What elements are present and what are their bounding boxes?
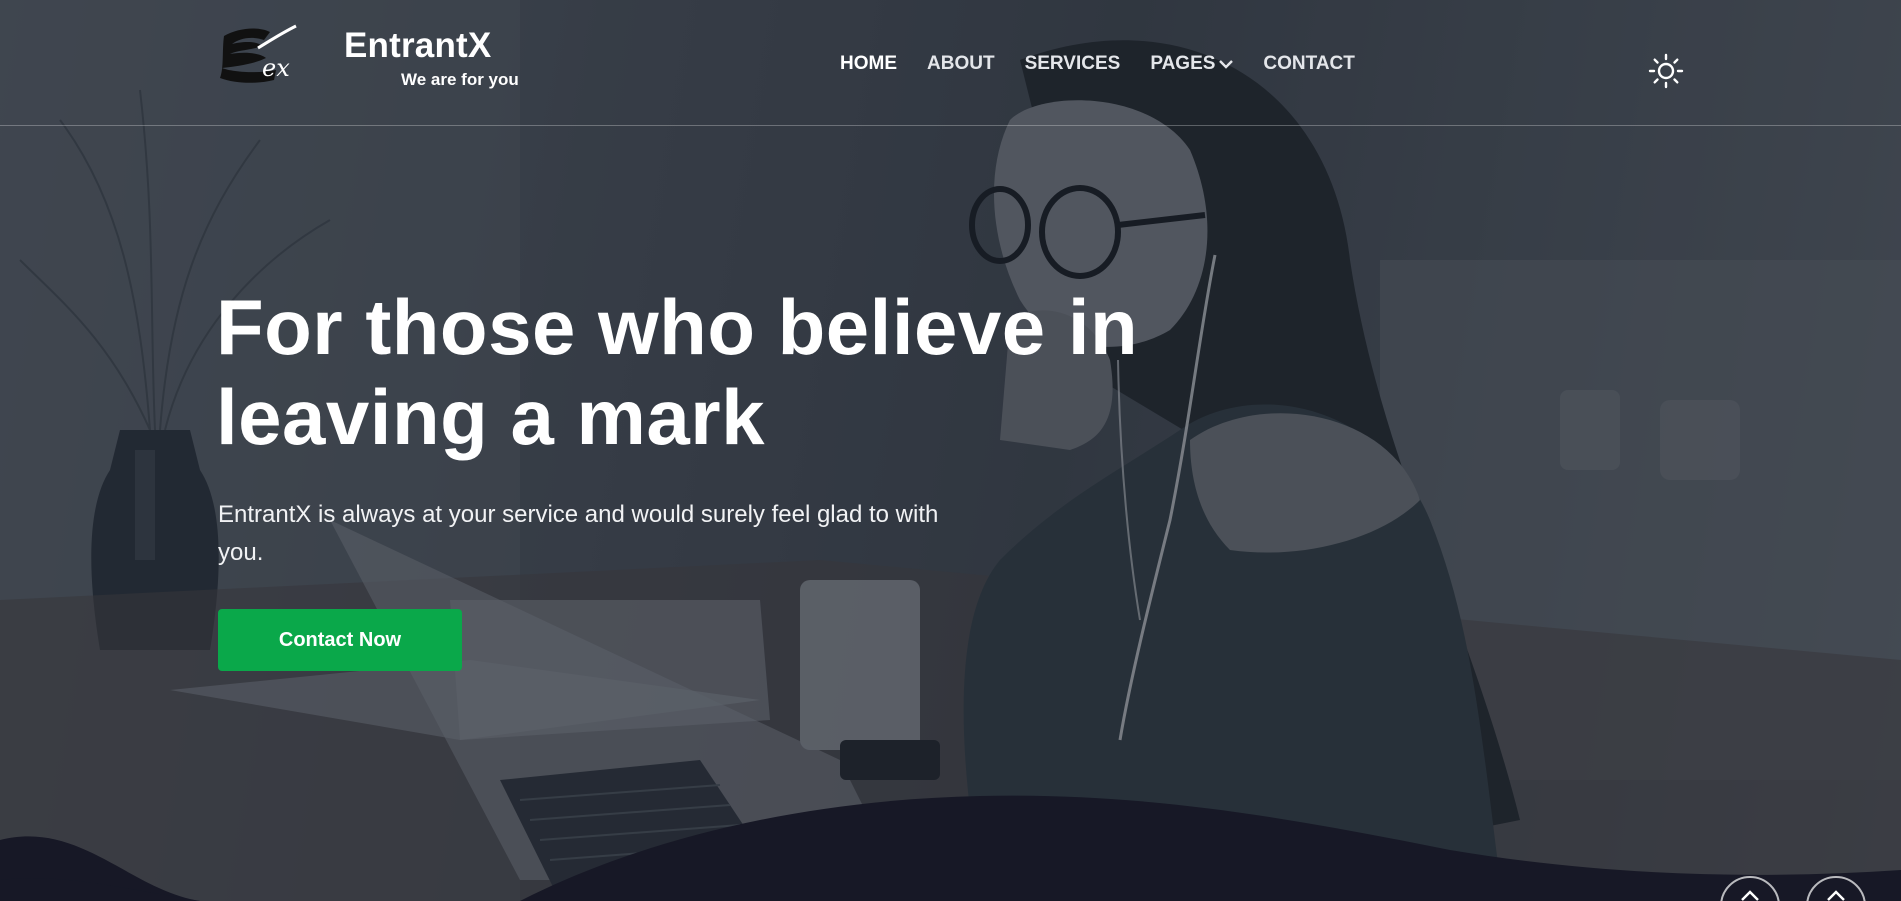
nav-item-about[interactable]: ABOUT (927, 53, 995, 75)
brand-logo[interactable]: ex (218, 20, 310, 90)
main-nav: HOME ABOUT SERVICES PAGES CONTACT (840, 53, 1355, 75)
chevron-up-icon (1827, 890, 1845, 901)
nav-item-label: HOME (840, 53, 897, 74)
logo-letters: ex (262, 54, 290, 82)
site-header: ex EntrantX We are for you HOME ABOUT SE… (0, 0, 1901, 126)
brand-tagline: We are for you (401, 70, 519, 89)
hero-title: For those who believe in leaving a mark (216, 283, 1139, 461)
contact-now-button[interactable]: Contact Now (218, 609, 462, 671)
nav-item-label: PAGES (1150, 53, 1216, 74)
chevron-up-icon (1741, 890, 1759, 901)
section-divider-wave (0, 795, 1901, 901)
hero-description: EntrantX is always at your service and w… (218, 501, 939, 566)
theme-toggle-button[interactable] (1648, 53, 1684, 89)
nav-item-label: ABOUT (927, 53, 995, 74)
nav-item-contact[interactable]: CONTACT (1263, 53, 1354, 75)
nav-item-label: CONTACT (1263, 53, 1355, 74)
nav-item-home[interactable]: HOME (840, 53, 897, 75)
sun-icon (1648, 53, 1684, 89)
nav-item-services[interactable]: SERVICES (1025, 53, 1121, 75)
nav-item-label: SERVICES (1024, 53, 1121, 74)
nav-item-pages[interactable]: PAGES (1150, 53, 1234, 75)
brand-name[interactable]: EntrantX (344, 26, 491, 66)
chevron-down-icon (1219, 60, 1234, 69)
